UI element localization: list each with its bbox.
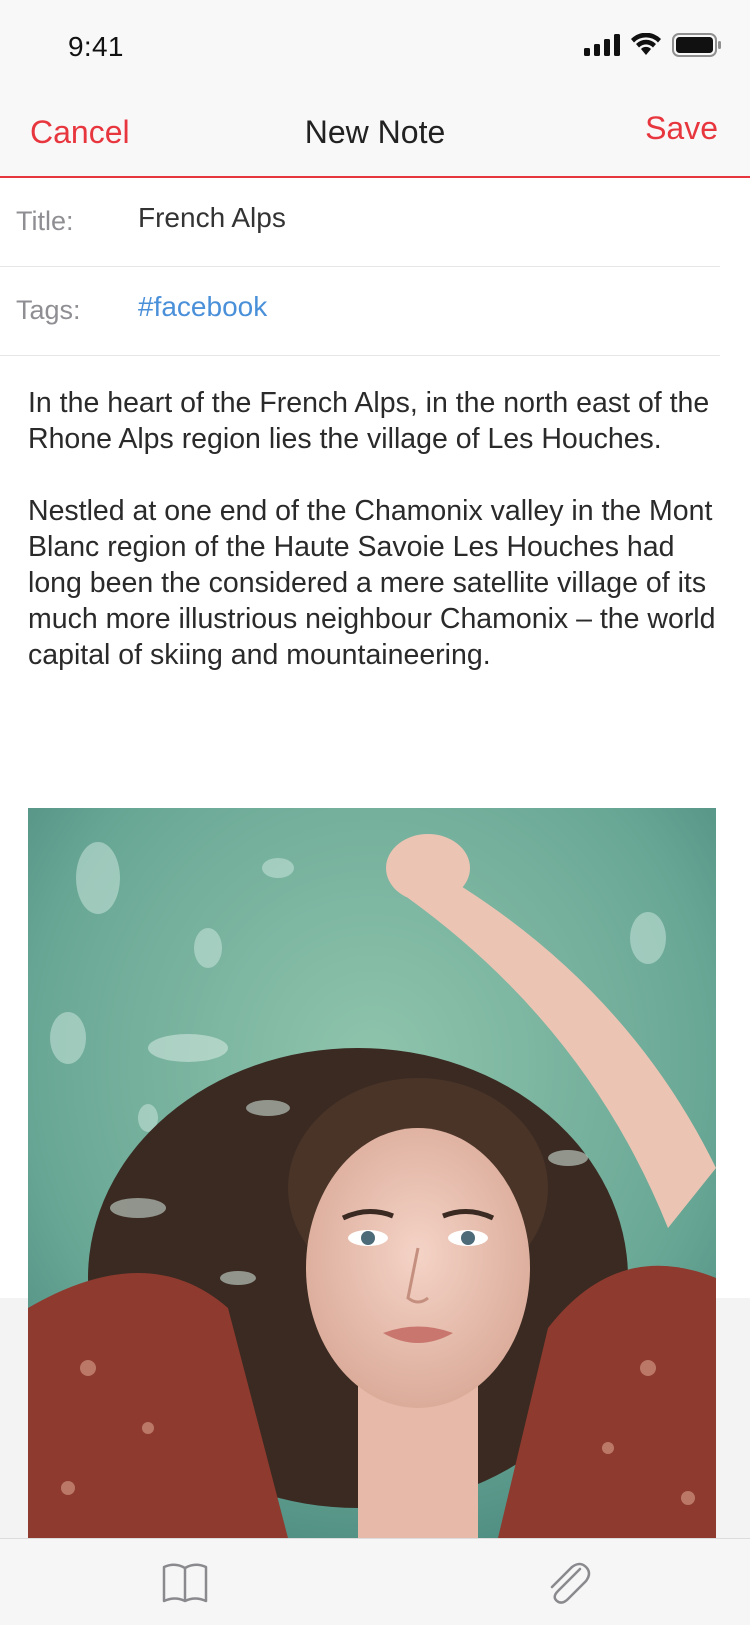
attach-button[interactable] — [542, 1559, 592, 1605]
wifi-icon — [631, 33, 661, 55]
book-icon — [162, 1563, 208, 1603]
status-bar: 9:41 — [0, 0, 750, 88]
book-button[interactable] — [160, 1559, 210, 1605]
save-button[interactable]: Save — [645, 110, 718, 147]
bottom-toolbar — [0, 1538, 750, 1625]
title-field[interactable]: French Alps — [138, 202, 698, 234]
page-title: New Note — [304, 114, 446, 150]
note-paragraph: Nestled at one end of the Chamonix valle… — [28, 495, 716, 671]
status-time: 9:41 — [68, 31, 124, 62]
note-body[interactable]: In the heart of the French Alps, in the … — [28, 385, 728, 709]
battery-icon — [672, 33, 721, 57]
paperclip-icon — [550, 1562, 591, 1604]
note-paragraph: In the heart of the French Alps, in the … — [28, 387, 710, 455]
photo-image — [28, 808, 716, 1538]
title-label: Title: — [16, 206, 74, 236]
note-photo[interactable] — [28, 808, 716, 1538]
tags-label: Tags: — [16, 295, 81, 325]
tags-row: Tags: #facebook — [0, 267, 720, 356]
tags-field[interactable]: #facebook — [138, 291, 698, 323]
status-icons — [584, 32, 722, 58]
cellular-signal-icon — [584, 34, 620, 56]
title-row: Title: French Alps — [0, 178, 720, 267]
navigation-bar: Cancel New Note Save — [0, 88, 750, 178]
